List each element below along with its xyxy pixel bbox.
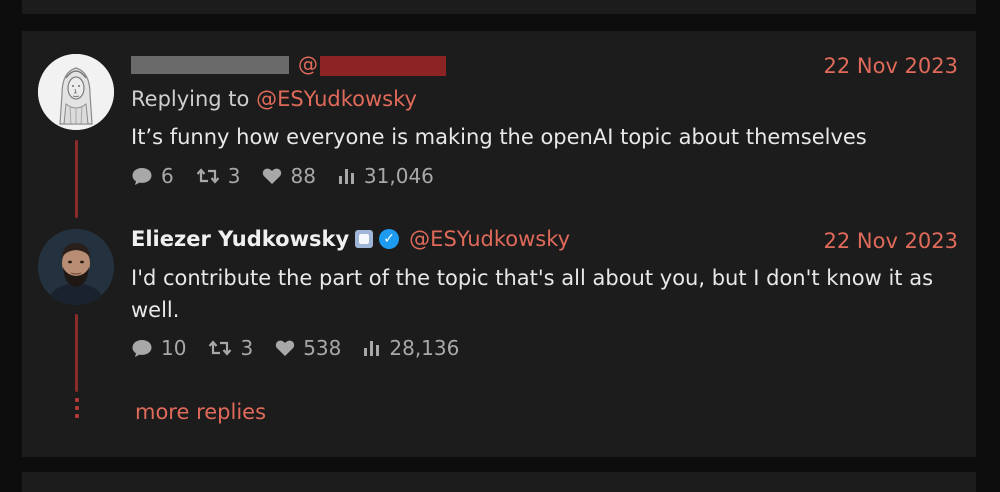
like-count[interactable]: 538 [275,336,341,360]
profile-photo-image [38,229,114,305]
view-count[interactable]: 31,046 [338,164,434,188]
like-count-value: 88 [290,164,316,188]
replying-to-label: Replying to [131,87,257,111]
more-replies-link[interactable]: more replies [135,400,266,424]
reply-count-value: 6 [161,164,174,188]
statue-avatar-image [38,54,114,130]
retweet-icon [196,168,220,184]
previous-card [22,0,976,14]
view-count-value: 28,136 [389,336,460,360]
like-count-value: 538 [303,336,342,360]
affiliation-badge-icon [355,230,374,248]
retweet-icon [209,340,232,356]
thread-connector-line [75,314,78,392]
author-handle[interactable]: @ESYudkowsky [409,227,570,251]
tweet-stats: 10 3 538 28,136 [131,336,481,360]
bar-chart-icon [364,341,380,356]
retweet-count-value: 3 [227,164,241,188]
heart-icon [263,168,282,184]
handle-at-sign: @ [298,52,318,76]
tweet-date[interactable]: 22 Nov 2023 [823,229,958,253]
like-count[interactable]: 88 [262,164,316,188]
tweet-stats: 6 3 88 31,046 [131,164,456,188]
retweet-count[interactable]: 3 [196,164,241,188]
comment-icon [132,340,152,357]
view-count[interactable]: 28,136 [363,336,459,360]
replying-to-mention[interactable]: @ESYudkowsky [256,87,417,111]
replying-to-line: Replying to @ESYudkowsky [131,87,417,111]
avatar-eliezer[interactable] [38,229,114,305]
redacted-handle [320,56,446,76]
thread-connector-line [75,140,78,218]
verified-check-icon: ✓ [379,229,400,249]
retweet-count[interactable]: 3 [208,336,253,360]
author-name[interactable]: Eliezer Yudkowsky [131,227,349,251]
next-card [22,472,976,492]
redacted-display-name [131,56,289,74]
view-count-value: 31,046 [363,164,434,188]
bar-chart-icon [338,169,354,184]
avatar-statue[interactable] [38,54,114,130]
comment-icon [132,168,152,185]
thread-ellipsis-icon [72,398,81,424]
reply-count[interactable]: 10 [131,336,186,360]
tweet-text: I'd contribute the part of the topic tha… [131,266,934,322]
retweet-count-value: 3 [240,336,254,360]
author-line: Eliezer Yudkowsky ✓ @ESYudkowsky [131,227,570,251]
tweet-text: It’s funny how everyone is making the op… [131,125,867,149]
reply-count[interactable]: 6 [131,164,174,188]
reply-count-value: 10 [161,336,187,360]
tweet-date[interactable]: 22 Nov 2023 [823,54,958,78]
heart-icon [276,340,295,356]
